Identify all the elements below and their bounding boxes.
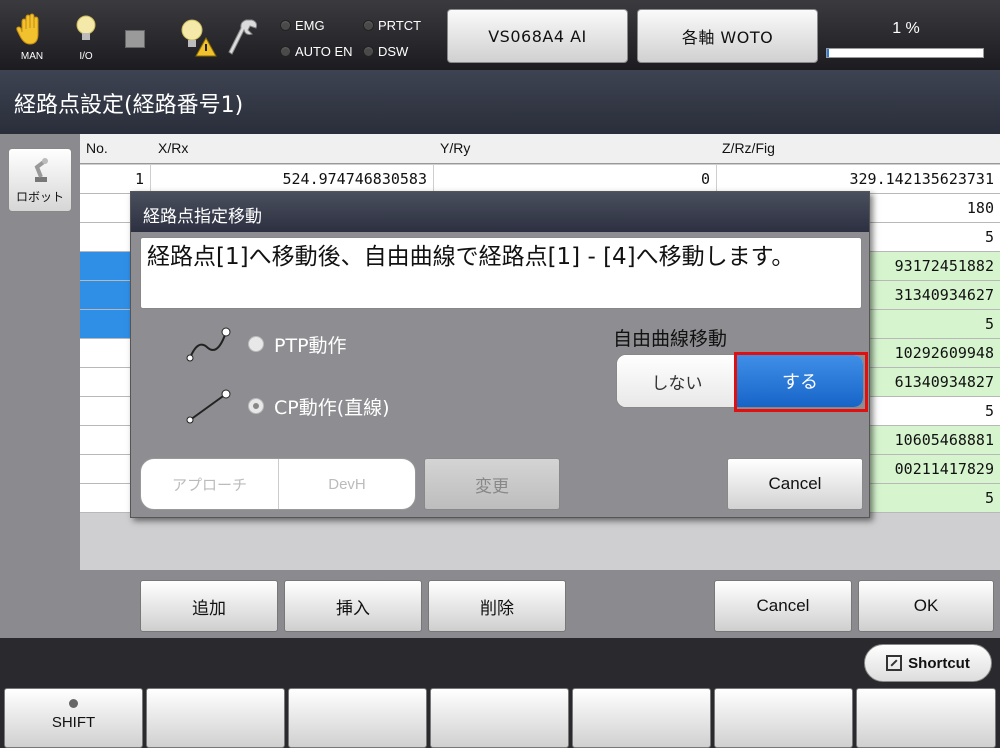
col-y: Y/Ry xyxy=(440,140,471,156)
cell-y[interactable]: 0 xyxy=(434,165,716,193)
cell-z[interactable]: 329.142135623731 xyxy=(717,165,1000,193)
robot-button[interactable]: ロボット xyxy=(8,148,72,212)
ptp-label: PTP動作 xyxy=(274,334,347,357)
col-x: X/Rx xyxy=(158,140,189,156)
approach-button[interactable]: アプローチ xyxy=(141,459,278,509)
axis-mode-button[interactable]: 各軸 WOTO xyxy=(637,9,818,63)
led-auto-en-indicator xyxy=(280,46,291,57)
cp-line-icon xyxy=(186,389,231,424)
cp-label: CP動作(直線) xyxy=(274,396,390,419)
dialog-message: 経路点[1]へ移動後、自由曲線で経路点[1] - [4]へ移動します。 xyxy=(140,237,862,309)
change-button[interactable]: 変更 xyxy=(424,458,560,510)
cp-option[interactable]: CP動作(直線) xyxy=(186,386,390,426)
function-keys: SHIFT xyxy=(0,688,1000,748)
approach-devh-group: アプローチ DevH xyxy=(140,458,416,510)
led-prtct-label: PRTCT xyxy=(378,18,422,33)
devh-button[interactable]: DevH xyxy=(278,459,415,509)
shift-label: SHIFT xyxy=(51,714,96,731)
led-auto-en-label: AUTO EN xyxy=(295,44,353,59)
fkey-5[interactable] xyxy=(572,688,711,748)
shortcut-icon xyxy=(886,655,903,671)
status-bar: MAN I/O EMG PRTCT AUTO EN DSW VS068A4 AI… xyxy=(0,0,1000,70)
free-curve-off[interactable]: しない xyxy=(617,355,737,407)
ptp-curve-icon xyxy=(186,327,231,362)
man-label: MAN xyxy=(20,51,44,62)
grid-cancel-button[interactable]: Cancel xyxy=(714,580,852,632)
page-title: 経路点設定(経路番号1) xyxy=(0,70,1000,134)
io-label: I/O xyxy=(79,51,93,62)
progress-fill xyxy=(827,49,829,57)
left-panel: ロボット xyxy=(0,134,80,638)
highlight-box xyxy=(734,352,868,412)
dialog-title: 経路点指定移動 xyxy=(131,192,869,232)
free-curve-label: 自由曲線移動 xyxy=(613,328,728,350)
insert-button[interactable]: 挿入 xyxy=(284,580,422,632)
shortcut-strip xyxy=(0,638,1000,688)
fkey-7[interactable] xyxy=(856,688,996,748)
ok-button[interactable]: OK xyxy=(858,580,994,632)
fkey-4[interactable] xyxy=(430,688,569,748)
led-prtct-indicator xyxy=(363,20,374,31)
shortcut-label: Shortcut xyxy=(908,654,970,672)
table-row[interactable]: 1 524.974746830583 0 329.142135623731 xyxy=(80,165,1000,194)
cp-radio[interactable] xyxy=(248,398,264,414)
io-bulb-icon[interactable]: I/O xyxy=(68,12,104,62)
ptp-radio[interactable] xyxy=(248,336,264,352)
manual-mode-icon[interactable]: MAN xyxy=(14,12,50,62)
progress-text: 1 % xyxy=(892,20,920,37)
led-prtct: PRTCT xyxy=(363,18,421,33)
col-no: No. xyxy=(86,140,108,156)
delete-button[interactable]: 削除 xyxy=(428,580,566,632)
led-dsw-indicator xyxy=(363,46,374,57)
led-emg: EMG xyxy=(280,18,325,33)
robot-model-button[interactable]: VS068A4 AI xyxy=(447,9,628,63)
cell-x[interactable]: 524.974746830583 xyxy=(151,165,433,193)
led-auto-en: AUTO EN xyxy=(280,44,353,59)
robot-arm-icon xyxy=(34,158,48,182)
col-z: Z/Rz/Fig xyxy=(722,140,775,156)
led-emg-label: EMG xyxy=(295,18,325,33)
led-dsw: DSW xyxy=(363,44,408,59)
fkey-3[interactable] xyxy=(288,688,427,748)
shortcut-button[interactable]: Shortcut xyxy=(864,644,992,682)
action-bar: 追加 挿入 削除 Cancel OK xyxy=(80,570,1000,638)
robot-button-label: ロボット xyxy=(15,190,64,204)
cell-no[interactable]: 1 xyxy=(80,165,150,193)
wrench-icon[interactable] xyxy=(226,16,262,60)
speed-progress: 1 % xyxy=(826,14,986,64)
ptp-option[interactable]: PTP動作 xyxy=(186,324,347,364)
warning-bulb-icon[interactable] xyxy=(176,16,220,60)
fkey-6[interactable] xyxy=(714,688,853,748)
progress-bar xyxy=(826,48,984,58)
move-dialog: 経路点指定移動 経路点[1]へ移動後、自由曲線で経路点[1] - [4]へ移動し… xyxy=(130,191,870,518)
led-dsw-label: DSW xyxy=(378,44,409,59)
add-button[interactable]: 追加 xyxy=(140,580,278,632)
shift-key[interactable]: SHIFT xyxy=(4,688,143,748)
grid-header: No. X/Rx Y/Ry Z/Rz/Fig xyxy=(80,134,1000,164)
led-emg-indicator xyxy=(280,20,291,31)
stop-icon[interactable] xyxy=(125,30,145,48)
dialog-cancel-button[interactable]: Cancel xyxy=(727,458,863,510)
fkey-2[interactable] xyxy=(146,688,285,748)
shift-indicator xyxy=(69,699,78,708)
